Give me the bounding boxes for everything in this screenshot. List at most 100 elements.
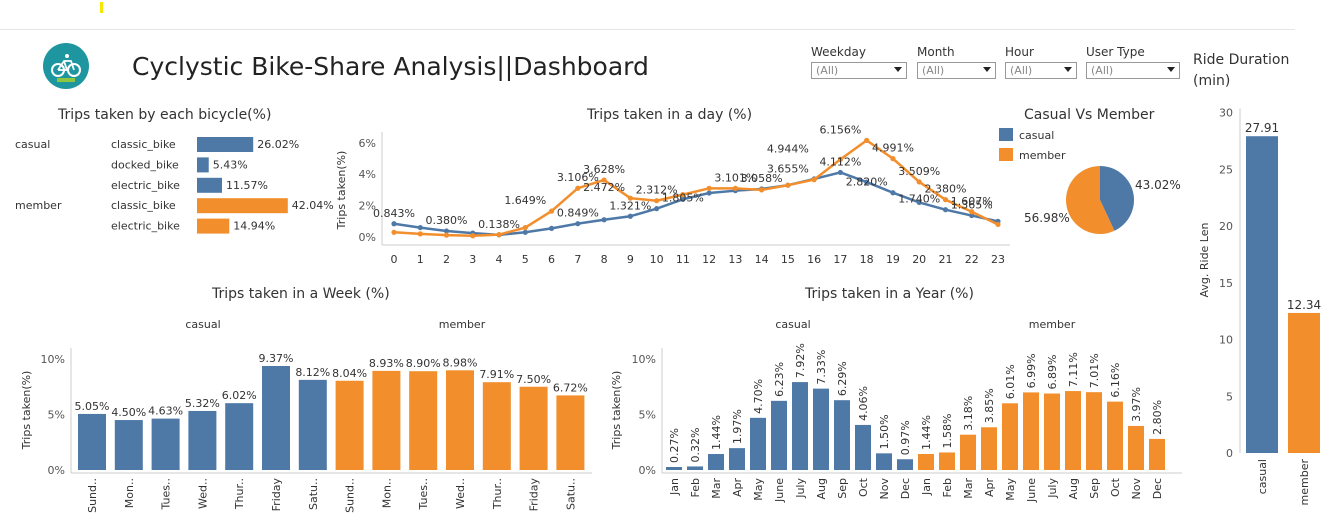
pie-legend-label: casual	[1019, 129, 1054, 142]
ride-x-tick-label: casual	[1256, 459, 1269, 494]
year-data-label: 4.70%	[752, 379, 765, 414]
year-x-tick-label: June	[1025, 478, 1038, 503]
week-bar	[262, 365, 290, 470]
year-x-tick-label: Aug	[815, 478, 828, 499]
week-bar	[225, 403, 254, 470]
day-x-tick-label: 6	[548, 253, 555, 266]
year-x-tick-label: Dec	[1151, 478, 1164, 499]
week-data-label: 7.91%	[479, 368, 514, 381]
day-x-tick-label: 13	[728, 253, 742, 266]
bicycle-category-label: classic_bike	[111, 138, 176, 151]
week-data-label: 8.04%	[332, 367, 367, 380]
day-x-tick-label: 15	[781, 253, 795, 266]
year-x-tick-label: Feb	[689, 478, 702, 497]
year-data-label: 1.44%	[710, 415, 723, 450]
ride-y-tick-label: 0	[1226, 447, 1233, 460]
bicycle-category-label: classic_bike	[111, 199, 176, 212]
day-x-tick-label: 10	[650, 253, 664, 266]
year-data-label: 1.50%	[878, 414, 891, 449]
week-x-tick-label: Wed..	[454, 478, 467, 509]
week-data-label: 9.37%	[259, 352, 294, 365]
day-x-tick-label: 11	[676, 253, 690, 266]
year-x-tick-label: Mar	[962, 478, 975, 499]
day-point-member	[916, 179, 922, 185]
year-bar	[792, 382, 808, 470]
day-data-label: 0.138%	[478, 218, 520, 231]
week-bar	[519, 386, 548, 470]
ride-y-tick-label: 30	[1219, 107, 1233, 120]
day-point-casual	[890, 190, 896, 196]
day-y-axis-label: Trips taken(%)	[335, 151, 348, 231]
week-x-tick-label: Satu..	[564, 478, 577, 510]
year-bar	[1149, 438, 1165, 470]
year-data-label: 3.18%	[962, 396, 975, 431]
year-bar	[750, 417, 766, 470]
week-x-tick-label: Thur..	[233, 478, 246, 510]
bicycle-data-label: 26.02%	[257, 138, 299, 151]
day-data-label: 3.509%	[898, 165, 940, 178]
ride-y-tick-label: 5	[1226, 390, 1233, 403]
week-x-tick-label: Tues..	[160, 478, 173, 511]
day-x-tick-label: 23	[991, 253, 1005, 266]
year-data-label: 2.80%	[1151, 400, 1164, 435]
year-data-label: 0.27%	[668, 428, 681, 463]
year-bar	[1086, 392, 1102, 470]
week-data-label: 8.93%	[369, 357, 404, 370]
ride-data-label: 27.91	[1245, 121, 1279, 135]
ride-y-tick-label: 15	[1219, 277, 1233, 290]
week-x-tick-label: Mon..	[123, 478, 136, 508]
year-x-tick-label: May	[752, 478, 765, 501]
week-x-tick-label: Wed..	[196, 478, 209, 509]
year-data-label: 6.29%	[836, 361, 849, 396]
bicycle-category-label: electric_bike	[111, 179, 180, 192]
year-x-tick-label: Sep	[836, 478, 849, 499]
year-bar	[1002, 403, 1018, 470]
day-x-tick-label: 4	[496, 253, 503, 266]
bicycle-bar	[197, 137, 254, 152]
year-y-tick-label: 5%	[639, 409, 656, 422]
year-bar	[960, 434, 976, 470]
day-x-tick-label: 16	[807, 253, 821, 266]
bicycle-category-label: docked_bike	[111, 158, 179, 171]
day-x-tick-label: 12	[702, 253, 716, 266]
year-x-tick-label: Apr	[983, 478, 996, 498]
day-point-member	[732, 185, 738, 191]
day-point-casual	[522, 229, 528, 235]
day-data-label: 1.805%	[662, 192, 704, 205]
day-point-member	[759, 187, 765, 193]
year-bar	[1065, 391, 1081, 470]
week-x-tick-label: Sund..	[344, 478, 357, 513]
bicycle-data-label: 5.43%	[213, 158, 248, 171]
week-y-tick-label: 5%	[48, 409, 65, 422]
day-point-casual	[706, 190, 712, 196]
year-data-label: 7.33%	[815, 350, 828, 385]
day-point-member	[548, 208, 555, 214]
year-data-label: 6.16%	[1109, 363, 1122, 398]
week-data-label: 8.98%	[443, 356, 478, 369]
day-data-label: 1.321%	[609, 199, 651, 212]
week-x-tick-label: Friday	[270, 478, 283, 512]
year-bar	[834, 400, 850, 470]
year-x-tick-label: Dec	[899, 478, 912, 499]
bicycle-bar	[197, 177, 222, 193]
day-point-member	[417, 231, 423, 237]
year-y-tick-label: 10%	[632, 353, 656, 366]
day-x-tick-label: 9	[627, 253, 634, 266]
year-data-label: 6.01%	[1004, 364, 1017, 399]
year-x-tick-label: Sep	[1088, 478, 1101, 499]
week-data-label: 7.50%	[516, 373, 551, 386]
year-bar	[687, 466, 703, 470]
week-x-tick-label: Satu..	[307, 478, 320, 510]
year-bar	[918, 454, 934, 470]
year-bar	[897, 459, 913, 470]
year-bar	[981, 427, 997, 470]
week-group-label: casual	[185, 318, 220, 331]
day-x-tick-label: 20	[912, 253, 926, 266]
day-point-casual	[575, 221, 581, 227]
day-point-member	[522, 224, 528, 231]
year-data-label: 6.23%	[773, 362, 786, 397]
day-data-label: 1.649%	[504, 194, 546, 207]
week-bar	[114, 420, 143, 470]
day-x-tick-label: 2	[443, 253, 450, 266]
year-x-tick-label: June	[773, 478, 786, 503]
